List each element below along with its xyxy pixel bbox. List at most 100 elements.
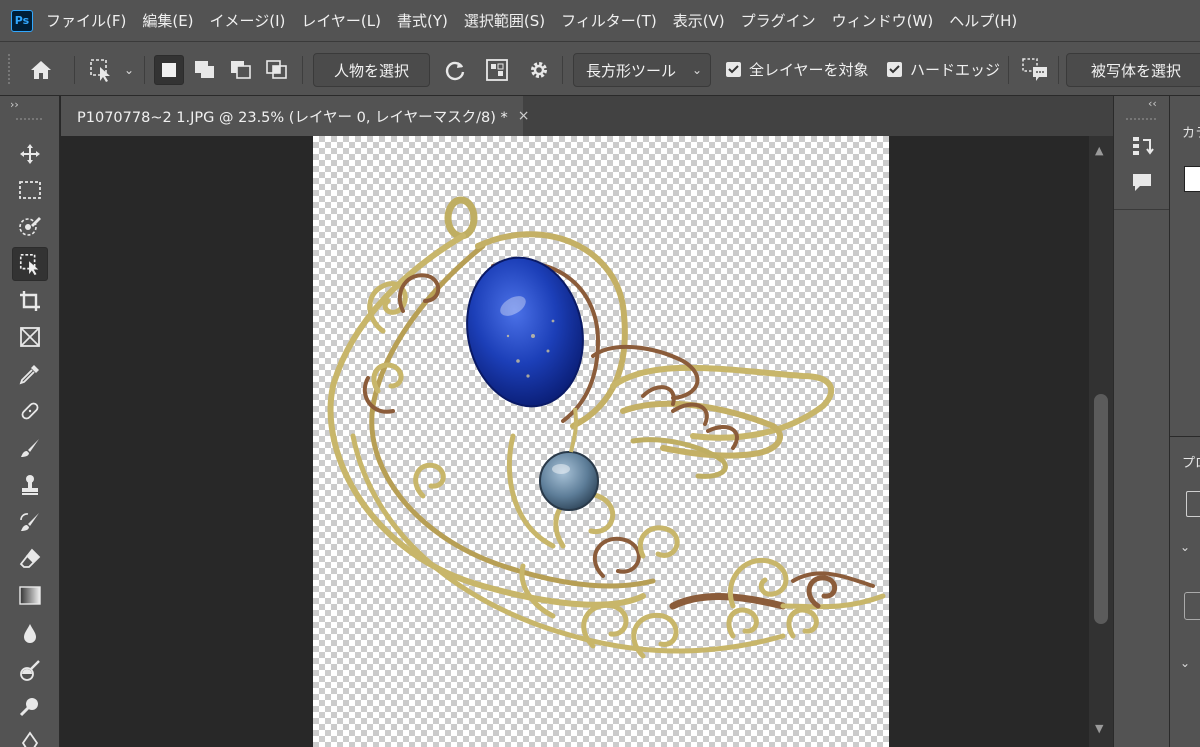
gradient-tool[interactable] — [12, 579, 48, 613]
drop-icon — [24, 624, 36, 643]
mode-dropdown-value: 長方形ツール — [586, 61, 677, 80]
chevron-down-icon[interactable]: ⌄ — [124, 42, 134, 97]
object-selection-tool[interactable] — [12, 247, 48, 281]
eraser-tool[interactable] — [12, 542, 48, 576]
mask-icon — [486, 59, 508, 81]
properties-panel-tab[interactable]: プロ — [1182, 452, 1200, 471]
menu-layer[interactable]: レイヤー(L) — [301, 10, 381, 31]
toolbar-collapse-button[interactable]: ›› — [10, 98, 19, 111]
tools-panel: ›› — [0, 96, 60, 747]
document-tab[interactable]: P1070778~2 1.JPG @ 23.5% (レイヤー 0, レイヤーマス… — [61, 96, 530, 136]
vertical-scrollbar[interactable]: ▲ ▼ — [1089, 136, 1113, 747]
history-brush-tool[interactable] — [12, 505, 48, 539]
object-selection-icon — [19, 253, 39, 276]
comment-icon — [1022, 58, 1047, 81]
options-grip[interactable] — [8, 54, 10, 86]
quick-selection-tool[interactable] — [12, 209, 48, 243]
select-subject-button[interactable]: 人物を選択 — [313, 53, 430, 87]
menu-type[interactable]: 書式(Y) — [397, 10, 448, 31]
gear-icon — [531, 62, 547, 78]
move-tool[interactable] — [12, 137, 48, 171]
refresh-button[interactable] — [440, 55, 470, 85]
selection-mode-add[interactable] — [190, 55, 220, 85]
magnifier-icon — [19, 698, 38, 717]
subtract-from-selection-icon — [231, 61, 251, 79]
pen-tool[interactable] — [12, 726, 48, 747]
sample-all-layers-label: 全レイヤーを対象 — [749, 61, 869, 79]
checkbox-checked-icon[interactable] — [887, 62, 902, 77]
bandage-icon — [21, 402, 39, 420]
mask-button[interactable] — [482, 55, 512, 85]
menu-select[interactable]: 選択範囲(S) — [464, 10, 545, 31]
menu-filter[interactable]: フィルター(T) — [561, 10, 657, 31]
crop-icon — [20, 291, 40, 311]
foreground-color-swatch[interactable] — [1184, 166, 1200, 192]
blur-tool[interactable] — [12, 616, 48, 650]
frame-icon — [20, 327, 40, 347]
history-brush-icon — [20, 513, 39, 531]
menu-view[interactable]: 表示(V) — [673, 10, 725, 31]
document-canvas[interactable] — [313, 136, 889, 747]
photoshop-window: Ps ファイル(F) 編集(E) イメージ(I) レイヤー(L) 書式(Y) 選… — [0, 0, 1200, 747]
canvas-area[interactable] — [61, 136, 1089, 747]
menu-edit[interactable]: 編集(E) — [142, 10, 193, 31]
image-icon — [1186, 491, 1200, 517]
menu-plugins[interactable]: プラグイン — [741, 10, 816, 31]
document-tab-title: P1070778~2 1.JPG @ 23.5% (レイヤー 0, レイヤーマス… — [77, 109, 508, 126]
eyedropper-icon — [19, 365, 39, 385]
mode-dropdown[interactable]: 長方形ツール ⌄ — [573, 53, 711, 87]
sample-all-layers-toggle[interactable]: 全レイヤーを対象 — [726, 42, 869, 97]
new-selection-icon — [162, 63, 176, 77]
color-panel-tab[interactable]: カラ — [1182, 122, 1200, 141]
app-logo[interactable]: Ps — [11, 9, 33, 32]
brush-icon — [21, 439, 39, 457]
move-icon — [20, 144, 40, 164]
scroll-up-icon[interactable]: ▲ — [1095, 144, 1103, 157]
scroll-down-icon[interactable]: ▼ — [1095, 722, 1103, 735]
selection-mode-new[interactable] — [154, 55, 184, 85]
history-panel-button[interactable] — [1126, 132, 1158, 160]
dodge-tool[interactable] — [12, 653, 48, 687]
pendant-artwork — [327, 196, 886, 659]
menu-window[interactable]: ウィンドウ(W) — [832, 10, 934, 31]
menu-file[interactable]: ファイル(F) — [46, 10, 126, 31]
scrollbar-thumb[interactable] — [1094, 394, 1108, 624]
settings-button[interactable] — [524, 55, 554, 85]
pen-icon — [21, 731, 39, 747]
checkbox-checked-icon[interactable] — [726, 62, 741, 77]
options-bar: ⌄ 人物を選択 長方形ツール ⌄ 全レイヤーを対象 ハードエッジ 被写体を選択 — [0, 41, 1200, 96]
chevron-down-icon[interactable]: ⌄ — [1180, 656, 1190, 670]
eyedropper-tool[interactable] — [12, 357, 48, 391]
object-selection-icon — [90, 59, 110, 82]
stamp-icon — [22, 475, 38, 495]
crop-tool[interactable] — [12, 284, 48, 318]
stamp-tool[interactable] — [12, 468, 48, 502]
menu-help[interactable]: ヘルプ(H) — [949, 10, 1017, 31]
close-icon[interactable]: × — [518, 108, 530, 124]
quick-selection-icon — [19, 217, 41, 236]
chevron-down-icon[interactable]: ⌄ — [1180, 540, 1190, 554]
tool-preset-picker[interactable] — [86, 55, 116, 85]
refresh-icon — [445, 61, 465, 81]
select-object-label: 被写体を選択 — [1090, 61, 1181, 80]
selection-mode-intersect[interactable] — [262, 55, 292, 85]
marquee-tool[interactable] — [12, 173, 48, 207]
comment-button[interactable] — [1020, 55, 1050, 85]
frame-tool[interactable] — [12, 320, 48, 354]
comments-panel-button[interactable] — [1126, 168, 1158, 196]
home-button[interactable] — [26, 55, 56, 85]
select-object-button[interactable]: 被写体を選択 — [1066, 53, 1200, 87]
menu-image[interactable]: イメージ(I) — [210, 10, 286, 31]
healing-brush-tool[interactable] — [12, 394, 48, 428]
zoom-tool[interactable] — [12, 690, 48, 724]
hard-edge-toggle[interactable]: ハードエッジ — [887, 42, 1000, 97]
panel-collapse-button[interactable]: ‹‹ — [1148, 97, 1157, 110]
panel-icon-strip: ‹‹ — [1113, 96, 1170, 747]
brush-tool[interactable] — [12, 431, 48, 465]
selection-mode-subtract[interactable] — [226, 55, 256, 85]
hard-edge-label: ハードエッジ — [910, 61, 1001, 79]
gradient-icon — [19, 586, 41, 605]
link-icon[interactable] — [1184, 592, 1200, 620]
eraser-icon — [19, 548, 41, 568]
add-to-selection-icon — [195, 61, 214, 78]
